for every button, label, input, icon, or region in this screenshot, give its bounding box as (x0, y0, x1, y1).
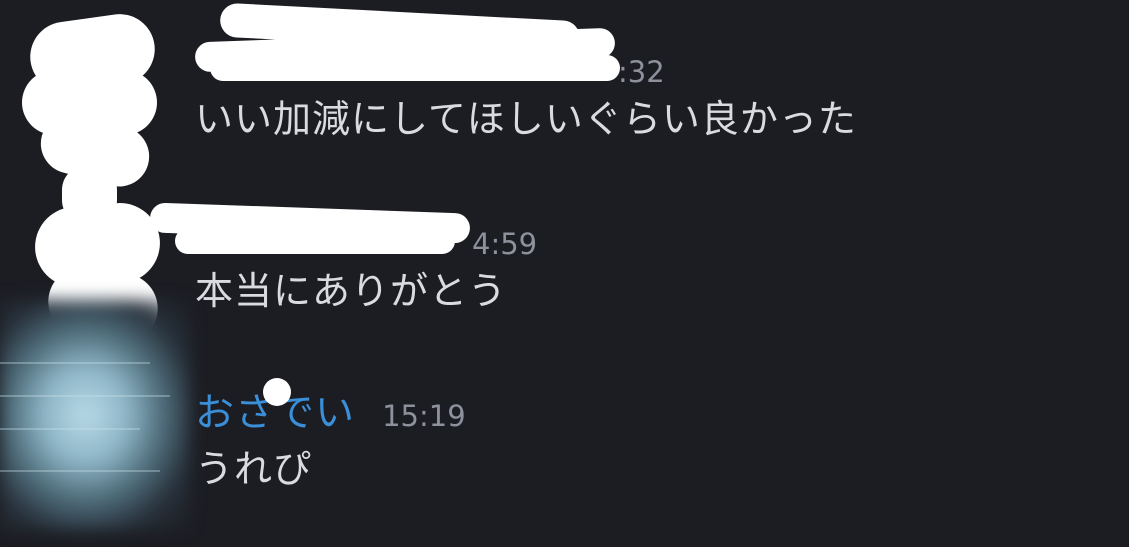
redacted-username (210, 55, 620, 81)
message-item[interactable]: 4:59 本当にありがとう (149, 202, 537, 316)
redaction-dot (263, 378, 291, 406)
message-header: :32 (194, 2, 857, 94)
message-header: おさでい 15:19 (195, 392, 466, 436)
message-item[interactable]: :32 いい加減にしてほしいぐらい良かった (194, 2, 857, 144)
message-text: いい加減にしてほしいぐらい良かった (195, 97, 857, 141)
message-text: 本当にありがとう (195, 269, 508, 313)
message-text: うれぴ (195, 447, 313, 491)
message-timestamp: :32 (618, 55, 665, 89)
message-header: 4:59 (149, 202, 537, 266)
redacted-username (175, 228, 455, 254)
avatar-artifact (0, 362, 150, 364)
avatar-artifact (0, 428, 140, 430)
chat-view: :32 いい加減にしてほしいぐらい良かった 4:59 本当にありがとう おさでい… (0, 0, 1129, 547)
avatar-artifact (0, 470, 160, 472)
message-item[interactable]: おさでい 15:19 うれぴ (195, 392, 466, 494)
avatar[interactable] (0, 300, 190, 530)
message-timestamp: 4:59 (472, 227, 538, 261)
message-timestamp: 15:19 (382, 399, 466, 433)
avatar-artifact (0, 395, 170, 397)
